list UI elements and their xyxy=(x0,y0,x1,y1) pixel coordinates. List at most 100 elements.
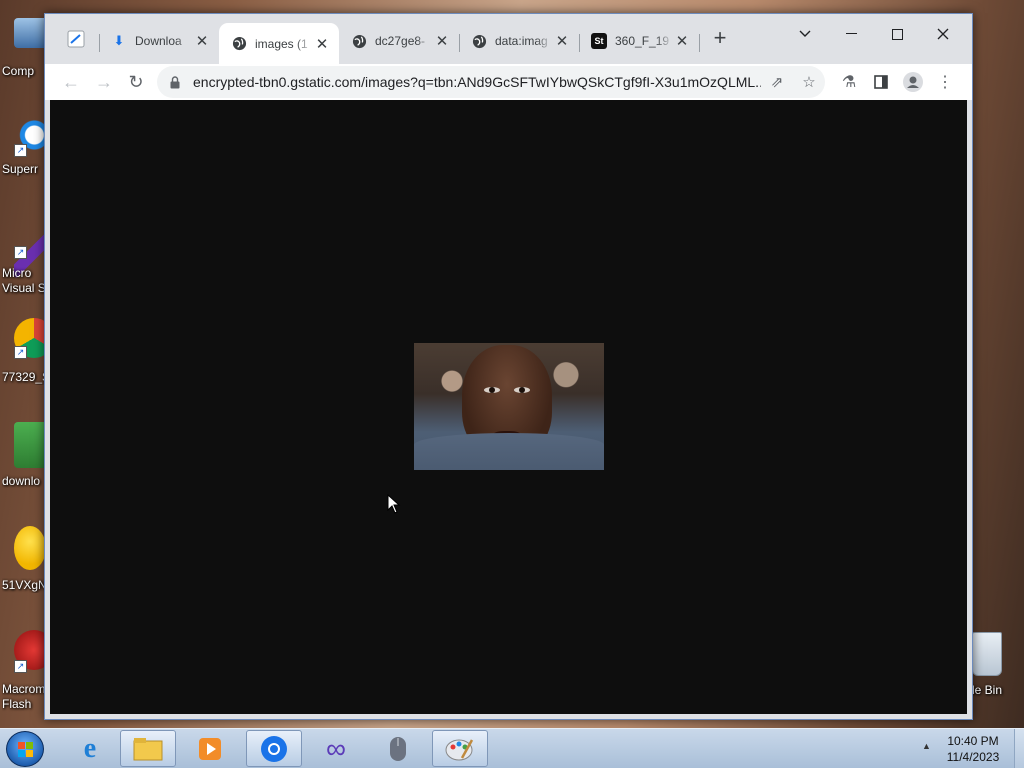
tab-downloads[interactable]: ⬇ Downloa ✕ xyxy=(99,26,219,56)
desktop-icon-label: Superr xyxy=(2,162,39,176)
pinned-app-icon xyxy=(67,30,85,48)
tab-360-f[interactable]: St 360_F_19 ✕ xyxy=(579,26,699,56)
chevron-down-icon xyxy=(799,30,811,37)
share-button[interactable]: ⇗ xyxy=(761,73,793,91)
flask-icon: ⚗ xyxy=(841,74,857,91)
browser-window: ⬇ Downloa ✕ images (1 ✕ dc27ge8- ✕ data:… xyxy=(44,13,973,720)
close-icon xyxy=(937,28,949,40)
tab-data-image[interactable]: data:imag ✕ xyxy=(459,26,579,56)
clock-date: 11/4/2023 xyxy=(946,750,1000,764)
taskbar-chrome[interactable] xyxy=(246,730,302,767)
reload-icon: ↻ xyxy=(128,71,144,92)
start-button[interactable] xyxy=(6,731,44,767)
tab-search-button[interactable] xyxy=(63,26,89,52)
tab-title: Downloa xyxy=(135,34,182,48)
tab-strip: ⬇ Downloa ✕ images (1 ✕ dc27ge8- ✕ data:… xyxy=(45,14,972,64)
desktop-icon-label: 77329_S xyxy=(2,370,48,384)
globe-icon xyxy=(351,33,367,49)
desktop-icon-download[interactable]: downlo xyxy=(0,422,48,508)
address-bar[interactable]: encrypted-tbn0.gstatic.com/images?q=tbn:… xyxy=(157,66,825,98)
shortcut-arrow-icon: ↗ xyxy=(14,346,27,359)
browser-toolbar: ← → ↻ encrypted-tbn0.gstatic.com/images?… xyxy=(45,64,972,100)
tab-dc27ge8[interactable]: dc27ge8- ✕ xyxy=(339,26,459,56)
system-clock[interactable]: 10:40 PM 11/4/2023 xyxy=(940,733,1006,765)
infinity-app-icon: ∞ xyxy=(326,732,346,764)
desktop-icon-superr[interactable]: ↗ Superr xyxy=(0,112,48,198)
maximize-icon xyxy=(891,28,903,40)
url-text: encrypted-tbn0.gstatic.com/images?q=tbn:… xyxy=(193,74,761,90)
recycle-bin-icon xyxy=(972,632,1002,676)
page-viewport xyxy=(50,100,967,714)
tab-close-icon[interactable]: ✕ xyxy=(673,32,691,50)
shortcut-arrow-icon: ↗ xyxy=(14,144,27,157)
paint-icon xyxy=(445,738,474,760)
side-panel-button[interactable] xyxy=(867,68,895,96)
desktop-icon-flash[interactable]: ↗ Macrom Flash xyxy=(0,630,54,716)
shortcut-arrow-icon: ↗ xyxy=(14,660,27,673)
desktop-icon-label: Micro Visual S xyxy=(2,266,46,295)
taskbar-mouse-app[interactable] xyxy=(370,730,426,767)
globe-icon xyxy=(231,36,247,52)
desktop-icon-label: 51VXgN xyxy=(2,578,47,592)
tray-overflow-button[interactable]: ▲ xyxy=(922,741,931,751)
minimize-button[interactable] xyxy=(835,20,867,48)
back-button[interactable]: ← xyxy=(57,68,85,96)
menu-button[interactable]: ⋮ xyxy=(931,68,959,96)
clock-time: 10:40 PM xyxy=(947,734,999,748)
desktop-icon-chrome-shortcut[interactable]: ↗ 77329_S xyxy=(0,318,54,404)
globe-icon xyxy=(471,33,487,49)
chrome-icon xyxy=(261,735,287,762)
windows-logo-icon xyxy=(18,742,33,757)
taskbar-media-player[interactable] xyxy=(182,730,238,767)
tab-images[interactable]: images (1 ✕ xyxy=(219,23,339,64)
minimize-icon xyxy=(845,33,857,34)
tab-search-dropdown[interactable] xyxy=(789,20,821,48)
computer-icon xyxy=(14,18,48,48)
show-desktop-button[interactable] xyxy=(1014,729,1024,768)
tab-close-icon[interactable]: ✕ xyxy=(313,35,331,53)
portrait-image[interactable] xyxy=(414,343,604,470)
taskbar-internet-explorer[interactable]: e xyxy=(62,730,118,767)
download-file-icon xyxy=(14,422,48,468)
arrow-left-icon: ← xyxy=(62,71,80,92)
desktop-icon-computer[interactable]: Comp xyxy=(0,12,48,98)
desktop-icon-recycle-bin[interactable]: cle Bin xyxy=(966,630,1024,704)
maximize-button[interactable] xyxy=(881,20,913,48)
tab-close-icon[interactable]: ✕ xyxy=(553,32,571,50)
labs-button[interactable]: ⚗ xyxy=(835,68,863,96)
desktop-icon-visual-studio[interactable]: ↗ Micro Visual S xyxy=(0,232,48,318)
tab-close-icon[interactable]: ✕ xyxy=(193,32,211,50)
more-vert-icon: ⋮ xyxy=(937,74,953,91)
arrow-right-icon: → xyxy=(95,71,113,92)
tab-close-icon[interactable]: ✕ xyxy=(433,32,451,50)
side-panel-icon xyxy=(874,75,888,89)
desktop-icon-label: Comp xyxy=(2,64,35,78)
tab-title: dc27ge8- xyxy=(375,34,426,48)
download-icon: ⬇ xyxy=(113,33,125,48)
avatar-icon xyxy=(903,72,923,92)
star-icon: ☆ xyxy=(802,74,816,91)
forward-button[interactable]: → xyxy=(90,68,118,96)
mouse-cursor-icon xyxy=(387,494,401,514)
shortcut-arrow-icon: ↗ xyxy=(14,246,27,259)
duck-image-icon xyxy=(14,526,46,570)
taskbar-file-explorer[interactable] xyxy=(120,730,176,767)
reload-button[interactable]: ↻ xyxy=(122,68,150,96)
new-tab-button[interactable]: + xyxy=(709,27,731,50)
profile-button[interactable] xyxy=(899,68,927,96)
tab-title: 360_F_19 xyxy=(615,34,670,48)
desktop-icon-label: downlo xyxy=(2,474,41,488)
close-window-button[interactable] xyxy=(927,20,959,48)
bookmark-button[interactable]: ☆ xyxy=(793,73,825,91)
tab-title: images (1 xyxy=(255,36,308,51)
st-icon: St xyxy=(591,33,607,49)
share-icon: ⇗ xyxy=(770,74,784,91)
desktop-icon-duck[interactable]: 51VXgN xyxy=(0,526,48,612)
internet-explorer-icon: e xyxy=(83,732,97,764)
taskbar-infinity-app[interactable]: ∞ xyxy=(308,730,364,767)
taskbar-paint[interactable] xyxy=(432,730,488,767)
taskbar: e ∞ ▲ 10:40 PM 11/4/2023 xyxy=(0,728,1024,768)
lock-icon xyxy=(157,75,193,89)
media-player-icon xyxy=(199,737,221,760)
desktop-icon-label: Macrom Flash xyxy=(2,682,46,711)
